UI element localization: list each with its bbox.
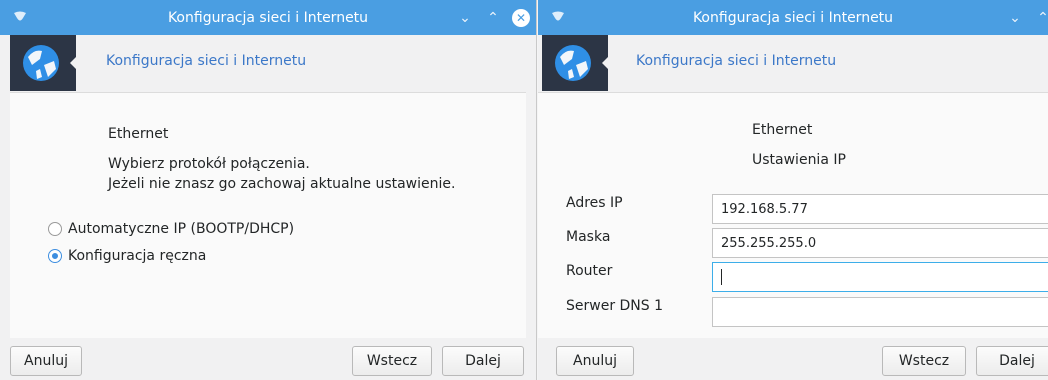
instruction-line-2: Jeżeli nie znasz go zachowaj aktualne us… — [108, 176, 456, 192]
title-bar[interactable]: Konfiguracja sieci i Internetu ⌄ ⌃ ✕ — [0, 0, 536, 35]
window-title: Konfiguracja sieci i Internetu — [692, 9, 894, 26]
app-menu-icon[interactable] — [550, 9, 566, 25]
next-button[interactable]: Dalej — [976, 346, 1048, 376]
dns1-label: Serwer DNS 1 — [566, 298, 664, 314]
maximize-icon[interactable]: ⌃ — [1034, 9, 1048, 27]
router-label: Router — [566, 263, 613, 279]
window-title: Konfiguracja sieci i Internetu — [167, 9, 369, 26]
dns1-field[interactable] — [712, 297, 1048, 327]
router-field[interactable] — [712, 262, 1048, 292]
radio-label-auto-ip: Automatyczne IP (BOOTP/DHCP) — [68, 221, 295, 237]
minimize-icon[interactable]: ⌄ — [1006, 9, 1024, 27]
instruction-line-1: Wybierz protokół połączenia. — [108, 156, 310, 172]
globe-icon — [23, 45, 59, 81]
radio-auto-ip[interactable]: Automatyczne IP (BOOTP/DHCP) — [48, 221, 294, 237]
cancel-button[interactable]: Anuluj — [10, 346, 82, 376]
next-button[interactable]: Dalej — [442, 346, 524, 376]
text-caret — [721, 269, 722, 285]
app-menu-icon[interactable] — [12, 9, 28, 25]
radio-label-manual-config: Konfiguracja ręczna — [68, 248, 207, 264]
netmask-field[interactable]: 255.255.255.0 — [712, 228, 1048, 258]
wizard-content: Ethernet Ustawienia IP Adres IP 192.168.… — [538, 92, 1048, 338]
minimize-icon[interactable]: ⌄ — [456, 9, 474, 27]
network-config-window-protocol: Konfiguracja sieci i Internetu ⌄ ⌃ ✕ Kon… — [0, 0, 537, 380]
section-label: Ethernet — [752, 122, 813, 138]
back-button[interactable]: Wstecz — [882, 346, 966, 376]
ip-address-label: Adres IP — [566, 195, 623, 211]
back-button[interactable]: Wstecz — [352, 346, 432, 376]
globe-logo — [10, 35, 77, 91]
cancel-button[interactable]: Anuluj — [556, 346, 634, 376]
close-icon[interactable]: ✕ — [512, 8, 530, 27]
radio-manual-config[interactable]: Konfiguracja ręczna — [48, 248, 206, 264]
title-bar[interactable]: Konfiguracja sieci i Internetu ⌄ ⌃ — [538, 0, 1048, 35]
section-label: Ethernet — [108, 126, 169, 142]
radio-button-checked[interactable] — [48, 249, 62, 263]
maximize-icon[interactable]: ⌃ — [484, 9, 502, 27]
netmask-label: Maska — [566, 229, 611, 245]
header-title: Konfiguracja sieci i Internetu — [106, 53, 307, 69]
wizard-content: Ethernet Wybierz protokół połączenia. Je… — [10, 92, 526, 338]
ip-address-field[interactable]: 192.168.5.77 — [712, 194, 1048, 224]
globe-icon — [555, 45, 591, 81]
globe-logo — [542, 35, 609, 91]
subsection-label: Ustawienia IP — [752, 152, 846, 168]
header-title: Konfiguracja sieci i Internetu — [636, 53, 837, 69]
network-config-window-ip-settings: Konfiguracja sieci i Internetu ⌄ ⌃ Konfi… — [538, 0, 1048, 380]
radio-button-unchecked[interactable] — [48, 222, 62, 236]
